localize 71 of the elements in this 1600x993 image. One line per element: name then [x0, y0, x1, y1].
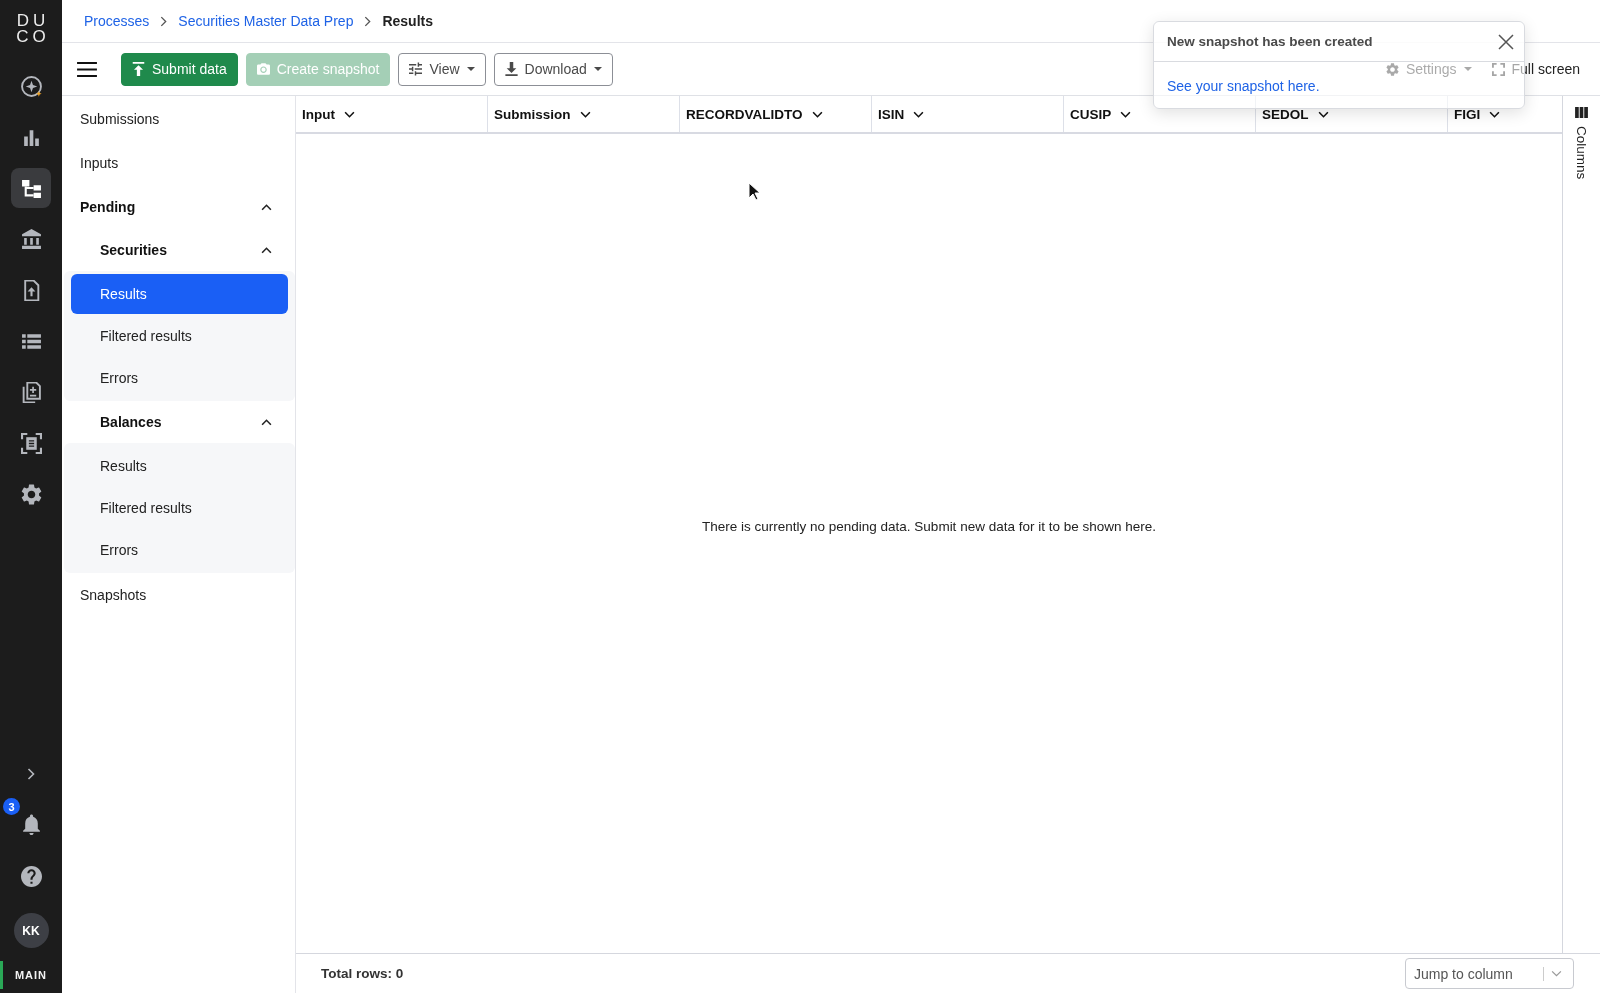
nav-button[interactable] [11, 168, 51, 208]
column-header[interactable]: ISIN [872, 96, 1064, 132]
workspace-label[interactable]: MAIN [0, 961, 62, 989]
sidebar-item[interactable]: Filtered results [71, 488, 288, 528]
logo: DU CO [15, 13, 50, 45]
sidebar-item[interactable]: Snapshots [62, 573, 295, 617]
sidebar-item[interactable]: Errors [71, 358, 288, 398]
close-button[interactable] [1498, 33, 1514, 50]
total-rows-text: Total rows: 0 [321, 966, 404, 981]
caret-down-icon [593, 67, 602, 71]
sidebar-item[interactable]: Errors [71, 530, 288, 570]
sparkle-icon [20, 75, 42, 97]
chevron-down-icon [1489, 110, 1501, 118]
chevron-right-icon [160, 15, 168, 27]
sidebar-item[interactable]: Pending [62, 185, 295, 229]
help-icon [20, 865, 42, 887]
columns-panel-tab[interactable]: Columns [1574, 107, 1589, 180]
empty-state-message: There is currently no pending data. Submit new data for it to be shown here. [702, 519, 1156, 534]
toast-title: New snapshot has been created [1167, 34, 1373, 49]
download-icon [504, 62, 518, 76]
bank-icon [20, 228, 42, 250]
breadcrumb-link[interactable]: Processes [84, 13, 150, 29]
document-add-icon [20, 381, 42, 403]
scan-document-icon [20, 432, 42, 454]
camera-icon [256, 62, 270, 76]
chevron-down-icon [344, 110, 355, 118]
hierarchy-icon [20, 177, 42, 199]
chevron-down-icon [1317, 110, 1329, 118]
toolbar-button[interactable]: Download [493, 52, 613, 86]
column-header[interactable]: FIGI [1448, 96, 1562, 132]
chevron-right-icon [364, 15, 372, 27]
sidebar-item[interactable]: Submissions [62, 97, 295, 141]
caret-down-icon [466, 67, 475, 71]
sidebar-item[interactable]: Filtered results [71, 316, 288, 356]
snapshot-link[interactable]: See your snapshot here. [1167, 78, 1320, 94]
column-header[interactable]: Input [296, 96, 488, 132]
notification-badge: 3 [3, 798, 20, 815]
close-icon [1498, 33, 1514, 50]
chevron-down-icon [913, 110, 925, 118]
breadcrumb-link[interactable]: Securities Master Data Prep [178, 13, 354, 29]
caret-down-icon [1463, 67, 1472, 71]
chevron-down-icon [579, 110, 591, 118]
toolbar-button[interactable]: Submit data [121, 52, 238, 86]
column-header[interactable]: CUSIP [1064, 96, 1256, 132]
bell-icon [20, 813, 42, 835]
mouse-pointer-icon [748, 182, 760, 201]
menu-button[interactable] [77, 61, 97, 77]
sliders-icon [409, 62, 423, 76]
sidebar-item[interactable]: Securities [62, 229, 295, 271]
upload-icon [132, 62, 145, 76]
settings-icon [1385, 62, 1399, 76]
chevron-down-icon [1551, 970, 1562, 977]
user-avatar[interactable]: KK [13, 913, 49, 948]
jump-to-column-select[interactable]: Jump to column [1405, 958, 1574, 989]
column-header[interactable]: SEDOL [1256, 96, 1448, 132]
sidebar-item[interactable]: Results [71, 274, 288, 314]
settings-icon [20, 483, 42, 505]
toolbar-button[interactable]: Full screen [1491, 61, 1580, 77]
breadcrumb-current: Results [382, 13, 433, 29]
menu-icon [77, 61, 97, 77]
column-header[interactable]: RECORDVALIDTO [680, 96, 872, 132]
toolbar-button[interactable]: View [398, 52, 486, 86]
sidebar-item[interactable]: Balances [62, 401, 295, 443]
column-header[interactable]: Submission [488, 96, 680, 132]
sidebar-item[interactable]: Inputs [62, 141, 295, 185]
columns-icon [1575, 107, 1588, 118]
chevron-right-icon [27, 768, 35, 780]
sidebar-item[interactable]: Results [71, 446, 288, 486]
fullscreen-icon [1491, 62, 1505, 76]
chevron-down-icon [811, 110, 823, 118]
chevron-down-icon [1120, 110, 1132, 118]
